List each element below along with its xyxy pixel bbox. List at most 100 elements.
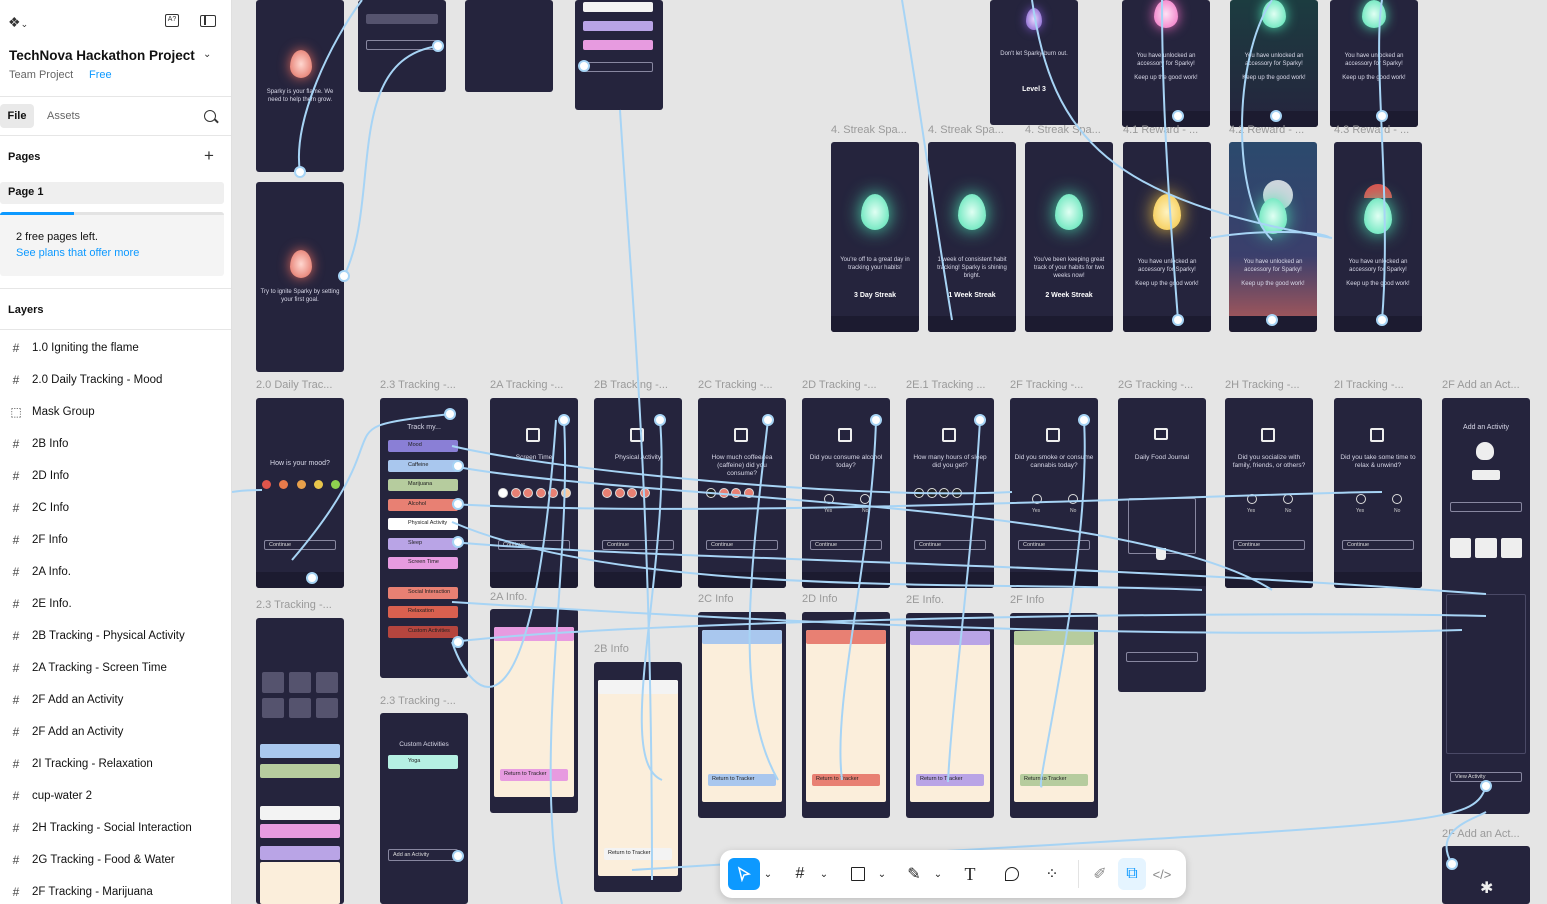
- frame-reward-3[interactable]: You have unlocked an accessory for Spark…: [1334, 142, 1422, 332]
- option-circle[interactable]: [639, 488, 650, 498]
- frame-label-streak-3[interactable]: 4. Streak Spa...: [1025, 124, 1101, 136]
- shape-tool-button[interactable]: [844, 858, 872, 890]
- chevron-down-icon[interactable]: ⌄: [932, 858, 944, 890]
- track-item[interactable]: Physical Activity: [388, 518, 458, 530]
- continue-button[interactable]: Continue: [1018, 540, 1090, 550]
- frame-streak-2[interactable]: 1 week of consistent habit tracking! Spa…: [928, 142, 1016, 332]
- sidebar-toggle-icon[interactable]: [200, 15, 216, 27]
- frame-tracking[interactable]: Screen Time Continue: [490, 398, 578, 588]
- frame-label-info-2d[interactable]: 2D Info: [802, 593, 837, 605]
- textbox-option-icon[interactable]: [1475, 538, 1497, 558]
- frame-info[interactable]: Return to Tracker: [1010, 613, 1098, 818]
- layer-item[interactable]: #2D Info: [0, 460, 231, 492]
- frame-tracking[interactable]: Physical Activity Continue: [594, 398, 682, 588]
- frame-info[interactable]: Return to Tracker: [802, 612, 890, 818]
- add-page-icon[interactable]: +: [204, 146, 214, 166]
- search-icon[interactable]: [204, 110, 219, 124]
- option-circle[interactable]: [926, 488, 937, 498]
- draw-mode-button[interactable]: ✐: [1086, 858, 1114, 890]
- frame-track-top[interactable]: [575, 0, 663, 110]
- pen-tool-button[interactable]: ✎: [900, 858, 928, 890]
- mood-face-3[interactable]: [296, 480, 306, 489]
- frame-label-daily[interactable]: 2.0 Daily Trac...: [256, 379, 342, 391]
- monitor-icon[interactable]: [316, 697, 338, 718]
- continue-button[interactable]: Continue: [914, 540, 986, 550]
- leaf-icon[interactable]: [289, 672, 311, 693]
- frame-info[interactable]: Return to Tracker: [906, 613, 994, 818]
- track-item[interactable]: Screen Time: [388, 557, 458, 569]
- option-circle[interactable]: [523, 488, 533, 498]
- frame-add-activity-2[interactable]: ✱: [1442, 846, 1530, 904]
- frame-reward-top-3[interactable]: You have unlocked an accessory for Spark…: [1330, 0, 1418, 127]
- continue-button[interactable]: Continue: [264, 540, 336, 550]
- layer-item[interactable]: #2E Info.: [0, 588, 231, 620]
- frame-info[interactable]: Return to Tracker: [594, 662, 682, 892]
- track-item[interactable]: Custom Activities: [388, 625, 458, 638]
- frame-label-2b[interactable]: 2B Tracking -...: [594, 379, 680, 391]
- frame-label-info-2b[interactable]: 2B Info: [594, 643, 629, 655]
- chevron-down-icon[interactable]: ⌄: [762, 858, 774, 890]
- option-circle[interactable]: [706, 488, 716, 498]
- return-button[interactable]: Return to Tracker: [708, 774, 776, 786]
- frame-track-habits[interactable]: [256, 618, 344, 904]
- continue-button[interactable]: Continue: [1233, 540, 1305, 550]
- frame-reward-1[interactable]: You have unlocked an accessory for Spark…: [1123, 142, 1211, 332]
- tab-assets[interactable]: Assets: [47, 110, 80, 122]
- cocktail-icon[interactable]: [316, 672, 338, 693]
- option-circle[interactable]: [614, 488, 625, 498]
- track-item[interactable]: Relaxation: [388, 606, 458, 618]
- option-circle[interactable]: [939, 488, 949, 498]
- frame-label-track-b[interactable]: 2.3 Tracking -...: [256, 599, 342, 611]
- return-button[interactable]: Return to Tracker: [916, 774, 984, 786]
- layer-item[interactable]: # cup-water 2: [0, 780, 231, 812]
- track-item[interactable]: Social Interaction: [388, 586, 458, 599]
- layer-item[interactable]: #2B Info: [0, 428, 231, 460]
- frame-daily-mood[interactable]: How is your mood? Continue: [256, 398, 344, 588]
- frame-label-streak-1[interactable]: 4. Streak Spa...: [831, 124, 907, 136]
- frame-label-reward-2[interactable]: 4.2 Reward - ...: [1229, 124, 1304, 136]
- frame-label-info-2f[interactable]: 2F Info: [1010, 594, 1044, 606]
- frame-label-add[interactable]: 2F Add an Act...: [1442, 379, 1528, 391]
- layer-item[interactable]: #1.0 Igniting the flame: [0, 332, 231, 364]
- layer-item[interactable]: #2A Info.: [0, 556, 231, 588]
- move-tool-button[interactable]: [728, 858, 760, 890]
- habit-input[interactable]: [1450, 502, 1522, 512]
- figma-menu-icon[interactable]: ❖⌄: [8, 14, 28, 31]
- frame-label-2e[interactable]: 2E.1 Tracking ...: [906, 379, 992, 391]
- frame-label-info-2e[interactable]: 2E Info.: [906, 594, 944, 606]
- return-button[interactable]: Return to Tracker: [812, 774, 880, 786]
- frame-tracking[interactable]: Did you socialize with family, friends, …: [1225, 398, 1313, 588]
- frame-ignite[interactable]: Try to ignite Sparky by setting your fir…: [256, 182, 344, 372]
- option-circle[interactable]: [602, 488, 612, 498]
- design-canvas[interactable]: Sparky is your flame. We need to help th…: [232, 0, 1547, 904]
- frame-label-info-2c[interactable]: 2C Info: [698, 593, 733, 605]
- frame-add-task[interactable]: [358, 0, 446, 92]
- page-item-current[interactable]: Page 1: [0, 182, 224, 204]
- mood-face-1[interactable]: [262, 480, 271, 489]
- frame-label-2d[interactable]: 2D Tracking -...: [802, 379, 888, 391]
- option-circle[interactable]: [951, 488, 962, 498]
- layer-item[interactable]: #2F Tracking - Marijuana: [0, 876, 231, 904]
- custom-item-yoga[interactable]: Yoga: [388, 755, 458, 769]
- frame-label-track[interactable]: 2.3 Tracking -...: [380, 379, 466, 391]
- frame-reward-top-1[interactable]: You have unlocked an accessory for Spark…: [1122, 0, 1210, 127]
- option-circle[interactable]: [560, 488, 571, 498]
- layer-item[interactable]: ⬚ Mask Group: [0, 396, 231, 428]
- track-item[interactable]: Mood: [388, 440, 458, 452]
- frame-label-add-2[interactable]: 2F Add an Act...: [1442, 828, 1528, 840]
- layer-item[interactable]: #2H Tracking - Social Interaction: [0, 812, 231, 844]
- return-button[interactable]: Return to Tracker: [1020, 774, 1088, 786]
- frame-tracking[interactable]: Did you smoke or consume cannabis today?…: [1010, 398, 1098, 588]
- yes-radio[interactable]: [824, 494, 834, 504]
- bed-icon[interactable]: [289, 697, 311, 718]
- continue-button[interactable]: Continue: [706, 540, 778, 550]
- food-journal-input[interactable]: [1128, 498, 1196, 554]
- add-activity-button[interactable]: Add an Activity: [388, 849, 458, 861]
- frame-label-streak-2[interactable]: 4. Streak Spa...: [928, 124, 1004, 136]
- actions-button[interactable]: ⁘: [1038, 858, 1066, 890]
- layer-item[interactable]: #2.0 Daily Tracking - Mood: [0, 364, 231, 396]
- chevron-down-icon[interactable]: ⌄: [203, 49, 211, 60]
- frame-track-my[interactable]: Track my... Mood Caffeine Marijuana Alcohol…: [380, 398, 468, 678]
- return-button[interactable]: Return to Tracker: [604, 848, 672, 860]
- frame-label-2c[interactable]: 2C Tracking -...: [698, 379, 784, 391]
